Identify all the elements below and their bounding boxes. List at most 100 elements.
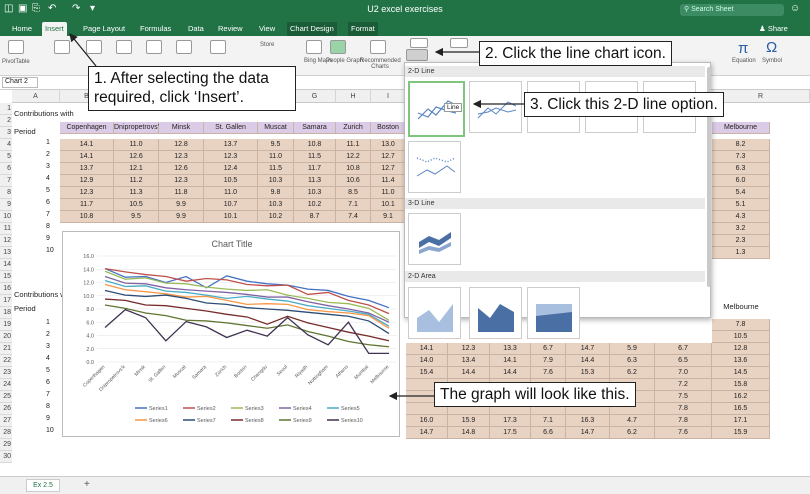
data-cell[interactable]: 13.6 xyxy=(712,355,770,367)
pivottable-icon[interactable] xyxy=(8,40,24,54)
data-cell[interactable]: 10.3 xyxy=(258,199,294,211)
2d-line-option[interactable]: Line xyxy=(408,81,465,137)
data-cell[interactable]: 6.3 xyxy=(712,163,770,175)
row-header[interactable]: 10 xyxy=(0,211,12,223)
period-cell[interactable]: 10 xyxy=(46,247,54,254)
people-graph-icon[interactable] xyxy=(330,40,346,54)
tab-chart-design[interactable]: Chart Design xyxy=(287,22,337,36)
row-header[interactable]: 19 xyxy=(0,319,12,331)
data-cell[interactable]: 14.0 xyxy=(406,355,448,367)
row-header[interactable]: 3 xyxy=(0,127,12,139)
area-option[interactable] xyxy=(408,287,461,339)
table-icon[interactable] xyxy=(86,40,102,54)
data-cell[interactable]: 7.8 xyxy=(655,415,712,427)
data-cell[interactable]: 7.8 xyxy=(655,403,712,415)
data-cell[interactable]: 12.3 xyxy=(204,151,258,163)
row-header[interactable]: 29 xyxy=(0,439,12,451)
row-header[interactable]: 28 xyxy=(0,427,12,439)
data-cell[interactable]: 10.3 xyxy=(258,175,294,187)
column-header[interactable]: I xyxy=(371,90,406,103)
data-cell[interactable]: 11.3 xyxy=(114,187,159,199)
data-cell[interactable]: 10.1 xyxy=(371,199,406,211)
data-cell[interactable]: 11.5 xyxy=(258,163,294,175)
recommended-pivot-icon[interactable] xyxy=(54,40,70,54)
data-cell[interactable]: 14.4 xyxy=(448,367,490,379)
period-cell[interactable]: 10 xyxy=(46,427,54,434)
recommended-charts-icon[interactable] xyxy=(370,40,386,54)
data-cell[interactable]: 6.5 xyxy=(655,355,712,367)
data-cell[interactable]: 12.6 xyxy=(159,163,204,175)
stacked-line-option[interactable] xyxy=(469,81,522,133)
data-cell[interactable]: 12.4 xyxy=(204,163,258,175)
data-cell[interactable]: 12.1 xyxy=(114,163,159,175)
row-header[interactable]: 15 xyxy=(0,271,12,283)
data-cell[interactable]: 7.4 xyxy=(336,211,371,223)
smartart-icon[interactable] xyxy=(176,40,192,54)
shapes-icon[interactable] xyxy=(146,40,162,54)
data-cell[interactable]: 2.3 xyxy=(712,235,770,247)
column-chart-icon[interactable] xyxy=(410,38,428,48)
add-sheet-button[interactable]: + xyxy=(84,479,90,490)
name-box[interactable]: Chart 2 xyxy=(2,77,38,88)
data-cell[interactable]: 17.5 xyxy=(490,427,531,439)
data-cell[interactable]: 11.8 xyxy=(159,187,204,199)
row-header[interactable]: 17 xyxy=(0,295,12,307)
data-cell[interactable]: 10.2 xyxy=(258,211,294,223)
data-cell[interactable]: 13.3 xyxy=(490,343,531,355)
data-cell[interactable]: 5.1 xyxy=(712,199,770,211)
tab-format[interactable]: Format xyxy=(348,22,378,36)
data-cell[interactable]: 9.9 xyxy=(159,199,204,211)
sheet-tab[interactable]: Ex 2.5 xyxy=(26,479,60,492)
header-cell[interactable]: St. Gallen xyxy=(204,122,258,134)
data-cell[interactable]: 9.8 xyxy=(258,187,294,199)
data-cell[interactable]: 10.1 xyxy=(204,211,258,223)
header-cell[interactable]: Minsk xyxy=(159,122,204,134)
header-cell[interactable]: Melbourne xyxy=(712,122,770,134)
data-cell[interactable]: 10.2 xyxy=(294,199,336,211)
tab-review[interactable]: Review xyxy=(215,22,246,36)
tab-view[interactable]: View xyxy=(256,22,278,36)
period-cell[interactable]: 2 xyxy=(46,151,50,158)
screenshot-icon[interactable] xyxy=(210,40,226,54)
data-cell[interactable]: 14.1 xyxy=(490,355,531,367)
row-header[interactable]: 7 xyxy=(0,175,12,187)
bing-maps-icon[interactable] xyxy=(306,40,322,54)
cell-a1[interactable]: Contributions with xyxy=(14,109,74,118)
data-cell[interactable]: 10.8 xyxy=(60,211,114,223)
data-cell[interactable]: 4.7 xyxy=(610,415,655,427)
row-header[interactable]: 26 xyxy=(0,403,12,415)
line-chart[interactable]: Chart Title 0.0 2.0 4.0 6.0 8.0 10.0 12.0 14.0 16… xyxy=(62,231,400,437)
data-cell[interactable]: 5.9 xyxy=(610,343,655,355)
data-cell[interactable]: 6.6 xyxy=(531,427,566,439)
3d-line-option[interactable] xyxy=(408,213,461,265)
data-cell[interactable]: 8.5 xyxy=(336,187,371,199)
data-cell[interactable]: 16.0 xyxy=(406,415,448,427)
data-cell[interactable]: 6.3 xyxy=(610,355,655,367)
row-header[interactable]: 27 xyxy=(0,415,12,427)
row-header[interactable]: 24 xyxy=(0,379,12,391)
data-cell[interactable]: 16.3 xyxy=(566,415,610,427)
tab-insert[interactable]: Insert xyxy=(42,22,67,36)
data-cell[interactable]: 10.5 xyxy=(114,199,159,211)
data-cell[interactable]: 3.2 xyxy=(712,223,770,235)
line-chart-icon[interactable] xyxy=(406,49,428,61)
data-cell[interactable]: 11.7 xyxy=(60,199,114,211)
data-cell[interactable]: 13.4 xyxy=(448,355,490,367)
data-cell[interactable]: 17.3 xyxy=(490,415,531,427)
row-header[interactable]: 16 xyxy=(0,283,12,295)
data-cell[interactable]: 15.9 xyxy=(712,427,770,439)
100-stacked-area-option[interactable] xyxy=(527,287,580,339)
data-cell[interactable]: 7.9 xyxy=(531,355,566,367)
data-cell[interactable]: 14.5 xyxy=(712,367,770,379)
column-header[interactable]: G xyxy=(294,90,336,103)
period-cell[interactable]: 6 xyxy=(46,199,50,206)
hierarchy-chart-icon[interactable] xyxy=(450,38,468,48)
smiley-icon[interactable]: ☺ xyxy=(790,3,800,14)
row-header[interactable]: 9 xyxy=(0,199,12,211)
data-cell[interactable]: 11.7 xyxy=(294,163,336,175)
period-cell[interactable]: 8 xyxy=(46,403,50,410)
data-cell[interactable]: 7.6 xyxy=(655,427,712,439)
data-cell[interactable]: 6.7 xyxy=(655,343,712,355)
data-cell[interactable]: 12.3 xyxy=(159,151,204,163)
data-cell[interactable]: 7.6 xyxy=(531,367,566,379)
